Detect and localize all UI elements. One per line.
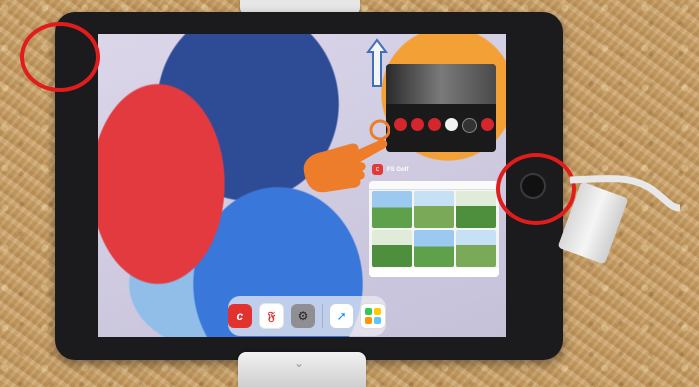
card-footer [369, 268, 499, 277]
ball [462, 118, 477, 133]
card-preview-image [386, 64, 496, 104]
folder-app-icon[interactable] [360, 303, 387, 329]
app-switcher-card-top[interactable] [386, 64, 496, 152]
highlight-circle-top-left [20, 22, 100, 92]
red-app-icon[interactable]: 𝔉 [258, 303, 285, 329]
fs-golf-card-title: FS Golf [387, 166, 409, 173]
golf-video-grid [372, 191, 496, 267]
golf-video-thumbnail [456, 230, 496, 267]
pointing-hand-icon [303, 119, 390, 193]
golf-video-thumbnail [414, 230, 454, 267]
fs-golf-app-icon[interactable]: c [227, 304, 252, 328]
dock: c 𝔉 ⚙ ➚ [227, 296, 387, 336]
swipe-up-arrow-icon [366, 38, 388, 87]
safari-app-icon[interactable]: ➚ [329, 304, 354, 328]
dock-separator [321, 304, 323, 328]
app-card-header [384, 46, 464, 56]
ball [481, 118, 494, 131]
ball [445, 118, 458, 131]
settings-app-icon[interactable]: ⚙ [291, 304, 315, 328]
ball-row [394, 118, 494, 133]
ball [411, 118, 424, 131]
tablet-stand-bottom-clamp [238, 352, 366, 387]
golf-video-thumbnail [456, 191, 496, 228]
ball [428, 118, 441, 131]
ball [394, 118, 407, 131]
golf-video-thumbnail [372, 230, 412, 267]
golf-video-thumbnail [414, 191, 454, 228]
